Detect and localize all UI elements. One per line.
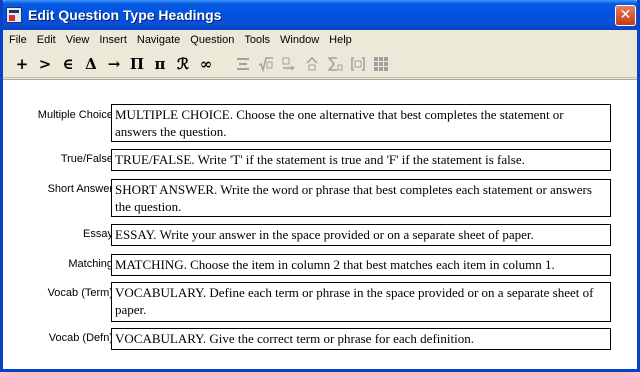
delta-symbol-button[interactable]: Δ — [80, 53, 102, 75]
pi-symbol-button[interactable]: π — [149, 53, 171, 75]
heading-text-field[interactable]: MULTIPLE CHOICE. Choose the one alternat… — [111, 104, 611, 142]
arrow-symbol-button[interactable]: → — [103, 53, 125, 75]
heading-label: Essay — [83, 228, 113, 240]
title-bar[interactable]: Edit Question Type Headings ✕ — [3, 0, 637, 30]
close-button[interactable]: ✕ — [615, 4, 636, 26]
heading-label: Short Answer — [47, 183, 113, 195]
plus-symbol-button[interactable]: + — [11, 53, 33, 75]
app-icon — [6, 7, 22, 23]
heading-text-field[interactable]: TRUE/FALSE. Write 'T' if the statement i… — [111, 149, 611, 171]
greater-than-symbol-button[interactable]: > — [34, 53, 56, 75]
heading-label: Multiple Choice — [37, 109, 113, 121]
superscript-icon — [301, 53, 323, 75]
heading-text-field[interactable]: MATCHING. Choose the item in column 2 th… — [111, 254, 611, 276]
menu-bar: File Edit View Insert Navigate Question … — [3, 30, 637, 50]
window-title: Edit Question Type Headings — [28, 7, 222, 23]
menu-window[interactable]: Window — [275, 34, 324, 46]
menu-file[interactable]: File — [7, 34, 32, 46]
heading-text-field[interactable]: ESSAY. Write your answer in the space pr… — [111, 224, 611, 246]
heading-text-field[interactable]: SHORT ANSWER. Write the word or phrase t… — [111, 179, 611, 217]
bracket-icon — [347, 53, 369, 75]
headings-editor: Multiple Choice MULTIPLE CHOICE. Choose … — [3, 79, 637, 369]
heading-text-field[interactable]: VOCABULARY. Give the correct term or phr… — [111, 328, 611, 350]
script-r-symbol-button[interactable]: ℛ — [172, 53, 194, 75]
heading-text-field[interactable]: VOCABULARY. Define each term or phrase i… — [111, 282, 611, 322]
align-left-icon — [232, 53, 254, 75]
matrix-icon — [370, 53, 392, 75]
edit-headings-window: Edit Question Type Headings ✕ File Edit … — [0, 0, 640, 372]
menu-edit[interactable]: Edit — [32, 34, 61, 46]
menu-help[interactable]: Help — [324, 34, 357, 46]
menu-question[interactable]: Question — [185, 34, 239, 46]
heading-label: Matching — [68, 258, 113, 270]
menu-insert[interactable]: Insert — [94, 34, 132, 46]
heading-label: Vocab (Term) — [47, 287, 113, 299]
menu-navigate[interactable]: Navigate — [132, 34, 185, 46]
element-of-symbol-button[interactable]: ∈ — [57, 53, 79, 75]
heading-label: Vocab (Defn) — [48, 332, 113, 344]
heading-label: True/False — [60, 153, 113, 165]
menu-view[interactable]: View — [61, 34, 95, 46]
sum-icon — [324, 53, 346, 75]
menu-tools[interactable]: Tools — [239, 34, 275, 46]
symbol-toolbar: + > ∈ Δ → Π π ℛ ∞ — [3, 50, 637, 78]
indent-icon — [278, 53, 300, 75]
radical-icon — [255, 53, 277, 75]
capital-pi-symbol-button[interactable]: Π — [126, 53, 148, 75]
infinity-symbol-button[interactable]: ∞ — [195, 53, 217, 75]
